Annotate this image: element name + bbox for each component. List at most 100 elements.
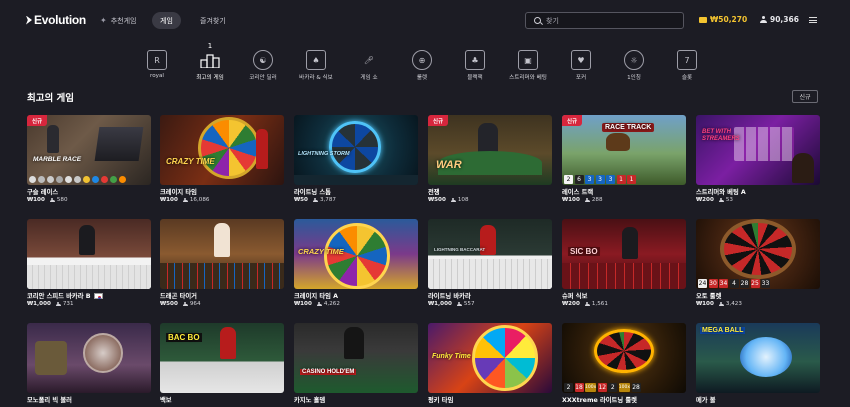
result-number: 28 <box>631 383 641 392</box>
game-logo: CRAZY TIME <box>166 157 215 166</box>
ball <box>74 176 81 183</box>
game-meta: ₩100 288 <box>562 196 686 204</box>
game-tile[interactable]: Funky Time 펑키 타임 <box>428 323 552 404</box>
game-name: 전쟁 <box>428 189 440 196</box>
search-input[interactable] <box>546 16 676 25</box>
bonus-ball <box>83 333 123 373</box>
game-players: 3,423 <box>725 301 742 307</box>
game-tile[interactable]: SIC BO 슈퍼 식보 ₩200 1,561 <box>562 219 686 308</box>
game-logo: SIC BO <box>568 247 600 256</box>
dealer-figure <box>214 223 230 257</box>
game-thumbnail <box>27 323 151 393</box>
result-number: 25 <box>750 279 760 288</box>
tab-games[interactable]: 게임 <box>152 12 181 29</box>
slot-icon: 7 <box>677 50 697 70</box>
tab-recommended-label: 추천게임 <box>110 16 137 25</box>
game-tile[interactable]: CRAZY TIME 크레이지 타임 ₩100 16,086 <box>160 115 284 204</box>
game-name: 스트리머와 베팅 A <box>696 189 746 196</box>
game-tile[interactable]: 신규 RACE TRACK 2 6 3 3 3 1 1 레이스 트랙 ₩100 2… <box>562 115 686 204</box>
players-icon <box>55 301 61 307</box>
game-meta: ₩50 3,787 <box>294 196 418 204</box>
blackjack-icon: ♣ <box>465 50 485 70</box>
game-tile[interactable]: MEGA BALL 메가 볼 <box>696 323 820 404</box>
new-filter-button[interactable]: 신규 <box>792 90 818 103</box>
game-meta: ₩1,000 731 <box>27 300 151 308</box>
result-row: 24 30 34 4 28 25 33 <box>698 279 770 288</box>
game-thumbnail: SIC BO <box>562 219 686 289</box>
game-logo: CRAZY TIME <box>298 247 344 256</box>
game-players: 4,262 <box>323 301 340 307</box>
result-number: 18 <box>574 383 584 392</box>
players-icon <box>718 301 724 307</box>
game-tile[interactable]: BAC BO 백보 <box>160 323 284 404</box>
game-name: 구슬 레이스 <box>27 189 59 196</box>
game-name: 카지노 홀뎀 <box>294 397 326 404</box>
game-name: 라이트닝 바카라 <box>428 293 471 300</box>
game-meta: ₩200 53 <box>696 196 820 204</box>
ball <box>38 176 45 183</box>
result-row: 2 18 100x 12 2 100x 28 <box>564 383 641 392</box>
game-tile[interactable]: 24 30 34 4 28 25 33 오토 룰렛 ₩100 3,423 <box>696 219 820 308</box>
category-slots[interactable]: 7 슬롯 <box>654 44 720 81</box>
game-thumbnail: 신규 WAR <box>428 115 552 185</box>
slot-reels <box>734 127 794 161</box>
game-tile[interactable]: 신규 WAR 전쟁 ₩500 108 <box>428 115 552 204</box>
game-meta: ₩1,000 557 <box>428 300 552 308</box>
game-logo: BAC BO <box>166 333 202 342</box>
game-thumbnail: MEGA BALL <box>696 323 820 393</box>
game-meta: ₩100 580 <box>27 196 151 204</box>
game-tile[interactable]: LIGHTNING BACCARAT 라이트닝 바카라 ₩1,000 557 <box>428 219 552 308</box>
result-number: 2 <box>608 383 618 392</box>
game-tile[interactable]: 모노폴리 빅 볼러 <box>27 323 151 404</box>
game-tile[interactable]: BET WITH STREAMERS 스트리머와 베팅 A ₩200 53 <box>696 115 820 204</box>
funky-wheel <box>472 325 538 391</box>
result-number: 24 <box>698 279 707 288</box>
game-players: 16,086 <box>189 197 210 203</box>
game-players: 1,561 <box>591 301 608 307</box>
ball <box>47 176 54 183</box>
game-thumbnail: BET WITH STREAMERS <box>696 115 820 185</box>
menu-icon[interactable] <box>809 17 817 23</box>
min-bet: ₩100 <box>562 197 580 203</box>
game-tile[interactable]: LIGHTNING STORM 라이트닝 스톰 ₩50 3,787 <box>294 115 418 204</box>
game-thumbnail <box>27 219 151 289</box>
game-name: 크레이지 타임 <box>160 189 197 196</box>
game-meta: ₩500 964 <box>160 300 284 308</box>
min-bet: ₩100 <box>27 197 45 203</box>
game-name: 라이트닝 스톰 <box>294 189 331 196</box>
search-box[interactable] <box>525 12 684 29</box>
players-icon <box>49 197 55 203</box>
result-number: 12 <box>597 383 607 392</box>
roulette-wheel <box>594 329 654 373</box>
players-icon <box>450 197 456 203</box>
result-number: 3 <box>585 175 594 184</box>
game-logo: WAR <box>436 159 462 171</box>
game-thumbnail: 2 18 100x 12 2 100x 28 <box>562 323 686 393</box>
storm-wheel <box>329 121 381 173</box>
game-tile[interactable]: 2 18 100x 12 2 100x 28 XXXtreme 라이트닝 룰렛 <box>562 323 686 404</box>
evolution-logo[interactable]: Evolution <box>26 13 86 27</box>
game-tile[interactable]: 드래곤 타이거 ₩500 964 <box>160 219 284 308</box>
result-number: 100x <box>585 383 597 392</box>
game-tile[interactable]: CASINO HOLD'EM 카지노 홀뎀 <box>294 323 418 404</box>
ball <box>101 176 108 183</box>
players-icon <box>312 197 318 203</box>
game-tile[interactable]: 신규 MARBLE RACE 구슬 레이스 ₩100 580 <box>27 115 151 204</box>
result-number: 100x <box>618 383 631 392</box>
tab-recommended[interactable]: ✦ 추천게임 <box>92 12 144 29</box>
game-tile[interactable]: 코리안 스피드 바카라 B ₩1,000 731 <box>27 219 151 308</box>
scoreboard <box>160 263 284 289</box>
game-logo: MEGA BALL <box>700 327 746 334</box>
dealer-figure <box>220 327 236 359</box>
game-name: 메가 볼 <box>696 397 716 404</box>
track-screen <box>94 127 144 161</box>
game-thumbnail: Funky Time <box>428 323 552 393</box>
dealer-figure <box>622 227 638 259</box>
scoreboard <box>428 259 552 289</box>
players-icon <box>718 197 724 203</box>
tab-favorites[interactable]: 즐겨찾기 <box>192 12 234 29</box>
ball <box>29 176 36 183</box>
money-wheel <box>324 223 390 289</box>
royal-icon: R <box>147 50 167 70</box>
game-tile[interactable]: CRAZY TIME 크레이지 타임 A ₩100 4,262 <box>294 219 418 308</box>
